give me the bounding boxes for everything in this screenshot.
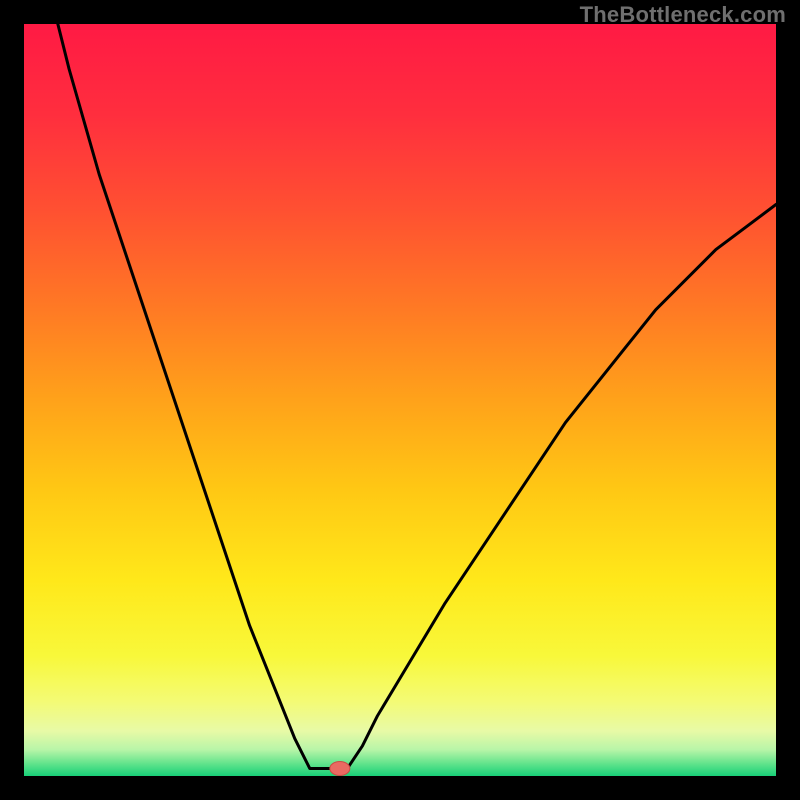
- bottleneck-chart: [24, 24, 776, 776]
- optimal-point-marker: [330, 761, 350, 775]
- chart-frame: TheBottleneck.com: [0, 0, 800, 800]
- gradient-background: [24, 24, 776, 776]
